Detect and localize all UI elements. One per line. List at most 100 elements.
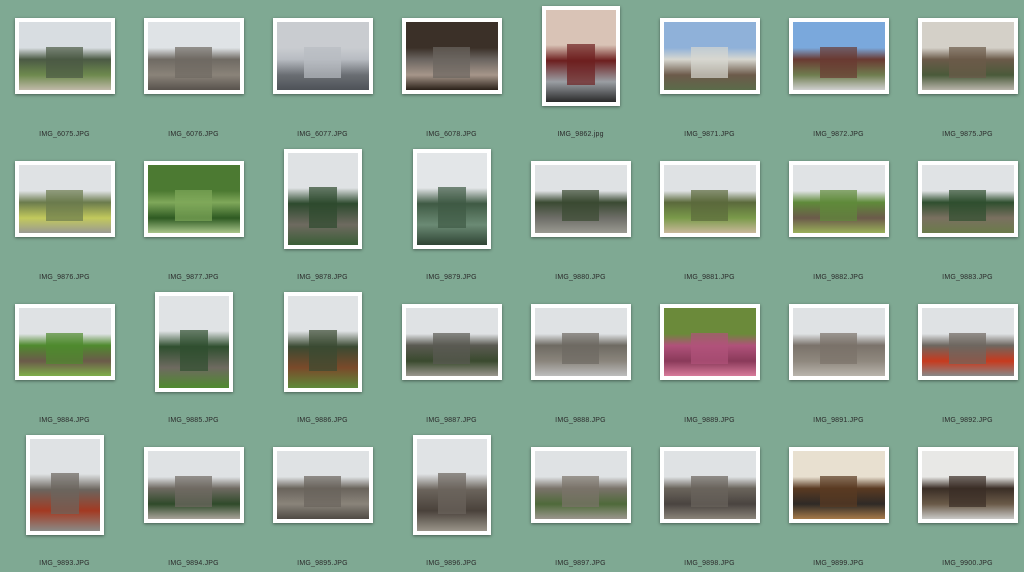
thumbnail-image-frame[interactable] [283, 292, 362, 392]
thumbnail-image-frame[interactable] [659, 18, 760, 94]
thumbnail-image-frame[interactable] [530, 161, 631, 237]
thumbnail-frame-area [645, 429, 774, 541]
thumbnail-filename: IMG_9887.JPG [426, 417, 477, 424]
photo-scene-shape [691, 476, 728, 507]
thumbnail-image-frame[interactable] [143, 447, 244, 523]
thumbnail-image-frame[interactable] [412, 149, 491, 249]
thumbnail-item[interactable]: IMG_9895.JPG [258, 429, 387, 572]
thumbnail-image-frame[interactable] [788, 161, 889, 237]
thumbnail-grid: IMG_6075.JPG IMG_6076.JPG IMG_6077.JPG IMG_… [0, 0, 1024, 567]
thumbnail-frame-area [903, 429, 1024, 541]
thumbnail-photo [921, 451, 1014, 519]
thumbnail-filename: IMG_9862.jpg [557, 131, 604, 138]
thumbnail-item[interactable]: IMG_9889.JPG [645, 286, 774, 429]
thumbnail-image-frame[interactable] [14, 18, 115, 94]
thumbnail-image-frame[interactable] [917, 161, 1018, 237]
thumbnail-image-frame[interactable] [530, 304, 631, 380]
thumbnail-photo [276, 22, 369, 90]
thumbnail-item[interactable]: IMG_9882.JPG [774, 143, 903, 286]
thumbnail-image-frame[interactable] [143, 18, 244, 94]
thumbnail-item[interactable]: IMG_9886.JPG [258, 286, 387, 429]
thumbnail-frame-area [0, 429, 129, 541]
photo-scene-shape [562, 333, 599, 364]
thumbnail-photo [663, 22, 756, 90]
thumbnail-item[interactable]: IMG_6076.JPG [129, 0, 258, 143]
thumbnail-item[interactable]: IMG_9885.JPG [129, 286, 258, 429]
thumbnail-image-frame[interactable] [659, 447, 760, 523]
thumbnail-image-frame[interactable] [659, 161, 760, 237]
thumbnail-item[interactable]: IMG_9878.JPG [258, 143, 387, 286]
thumbnail-filename: IMG_9899.JPG [813, 560, 864, 567]
thumbnail-item[interactable]: IMG_9883.JPG [903, 143, 1024, 286]
thumbnail-image-frame[interactable] [14, 304, 115, 380]
thumbnail-item[interactable]: IMG_9896.JPG [387, 429, 516, 572]
thumbnail-image-frame[interactable] [272, 18, 373, 94]
photo-scene-shape [175, 476, 212, 507]
thumbnail-frame-area [645, 286, 774, 398]
thumbnail-item[interactable]: IMG_9900.JPG [903, 429, 1024, 572]
thumbnail-image-frame[interactable] [541, 6, 620, 106]
thumbnail-item[interactable]: IMG_9899.JPG [774, 429, 903, 572]
thumbnail-item[interactable]: IMG_9891.JPG [774, 286, 903, 429]
thumbnail-image-frame[interactable] [530, 447, 631, 523]
thumbnail-item[interactable]: IMG_6077.JPG [258, 0, 387, 143]
photo-scene-shape [562, 190, 599, 221]
thumbnail-image-frame[interactable] [917, 304, 1018, 380]
thumbnail-filename: IMG_9893.JPG [39, 560, 90, 567]
thumbnail-item[interactable]: IMG_9877.JPG [129, 143, 258, 286]
thumbnail-photo [921, 22, 1014, 90]
thumbnail-image-frame[interactable] [401, 304, 502, 380]
thumbnail-item[interactable]: IMG_9880.JPG [516, 143, 645, 286]
thumbnail-item[interactable]: IMG_9872.JPG [774, 0, 903, 143]
thumbnail-image-frame[interactable] [412, 435, 491, 535]
thumbnail-item[interactable]: IMG_9888.JPG [516, 286, 645, 429]
thumbnail-filename: IMG_9897.JPG [555, 560, 606, 567]
thumbnail-item[interactable]: IMG_9879.JPG [387, 143, 516, 286]
thumbnail-frame-area [903, 0, 1024, 112]
thumbnail-image-frame[interactable] [25, 435, 104, 535]
thumbnail-item[interactable]: IMG_9862.jpg [516, 0, 645, 143]
thumbnail-image-frame[interactable] [283, 149, 362, 249]
thumbnail-item[interactable]: IMG_9871.JPG [645, 0, 774, 143]
thumbnail-image-frame[interactable] [143, 161, 244, 237]
thumbnail-item[interactable]: IMG_6075.JPG [0, 0, 129, 143]
photo-scene-shape [949, 333, 986, 364]
thumbnail-photo [405, 308, 498, 376]
thumbnail-image-frame[interactable] [788, 447, 889, 523]
thumbnail-frame-area [774, 0, 903, 112]
photo-scene-shape [437, 473, 466, 515]
thumbnail-frame-area [516, 429, 645, 541]
thumbnail-photo [287, 153, 358, 245]
thumbnail-filename: IMG_9884.JPG [39, 417, 90, 424]
thumbnail-photo [147, 165, 240, 233]
thumbnail-photo [18, 308, 111, 376]
thumbnail-image-frame[interactable] [154, 292, 233, 392]
thumbnail-image-frame[interactable] [917, 447, 1018, 523]
thumbnail-item[interactable]: IMG_9898.JPG [645, 429, 774, 572]
thumbnail-item[interactable]: IMG_9893.JPG [0, 429, 129, 572]
thumbnail-image-frame[interactable] [917, 18, 1018, 94]
thumbnail-item[interactable]: IMG_9894.JPG [129, 429, 258, 572]
thumbnail-frame-area [387, 0, 516, 112]
thumbnail-image-frame[interactable] [788, 304, 889, 380]
thumbnail-item[interactable]: IMG_9897.JPG [516, 429, 645, 572]
thumbnail-item[interactable]: IMG_6078.JPG [387, 0, 516, 143]
thumbnail-image-frame[interactable] [14, 161, 115, 237]
thumbnail-item[interactable]: IMG_9884.JPG [0, 286, 129, 429]
photo-scene-shape [820, 190, 857, 221]
thumbnail-item[interactable]: IMG_9876.JPG [0, 143, 129, 286]
thumbnail-image-frame[interactable] [272, 447, 373, 523]
thumbnail-image-frame[interactable] [659, 304, 760, 380]
thumbnail-item[interactable]: IMG_9875.JPG [903, 0, 1024, 143]
thumbnail-filename: IMG_9898.JPG [684, 560, 735, 567]
thumbnail-image-frame[interactable] [401, 18, 502, 94]
photo-scene-shape [691, 190, 728, 221]
thumbnail-item[interactable]: IMG_9887.JPG [387, 286, 516, 429]
thumbnail-photo [534, 308, 627, 376]
thumbnail-photo [158, 296, 229, 388]
thumbnail-frame-area [903, 143, 1024, 255]
thumbnail-photo [534, 165, 627, 233]
thumbnail-item[interactable]: IMG_9892.JPG [903, 286, 1024, 429]
thumbnail-item[interactable]: IMG_9881.JPG [645, 143, 774, 286]
thumbnail-image-frame[interactable] [788, 18, 889, 94]
